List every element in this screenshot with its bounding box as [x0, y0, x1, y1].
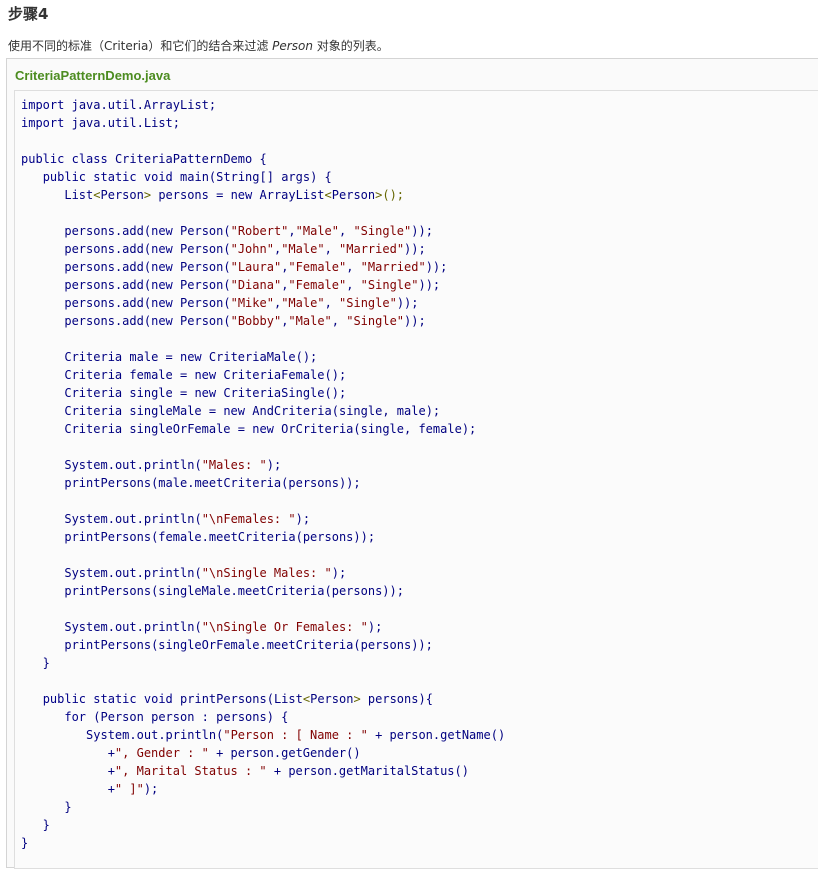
code-line: for (Person person : persons) {	[64, 710, 289, 724]
code-line: printPersons(singleMale.meetCriteria(per…	[64, 584, 404, 598]
code-line: persons.add(new Person("Mike","Male", "S…	[64, 296, 419, 310]
code-line: }	[21, 818, 50, 832]
code-listing[interactable]: import java.util.ArrayList; import java.u…	[15, 91, 818, 852]
code-area[interactable]: import java.util.ArrayList; import java.u…	[14, 90, 818, 869]
code-line: printPersons(female.meetCriteria(persons…	[64, 530, 376, 544]
code-line: Criteria singleMale = new AndCriteria(si…	[64, 404, 441, 418]
code-line: public class CriteriaPatternDemo {	[21, 152, 267, 166]
code-line: +" ]");	[21, 782, 159, 796]
code-line: +", Gender : " + person.getGender()	[21, 746, 361, 760]
code-line: printPersons(male.meetCriteria(persons))…	[64, 476, 361, 490]
code-line: persons.add(new Person("Diana","Female",…	[64, 278, 441, 292]
code-line: persons.add(new Person("Laura","Female",…	[64, 260, 448, 274]
description-emphasis: Person	[272, 39, 313, 53]
code-line: System.out.println("\nFemales: ");	[64, 512, 311, 526]
code-line: persons.add(new Person("John","Male", "M…	[64, 242, 426, 256]
code-line: public static void printPersons(List<Per…	[42, 692, 433, 706]
step-title: 步骤4	[8, 5, 49, 23]
code-line: System.out.println("\nSingle Males: ");	[64, 566, 347, 580]
code-line: import java.util.ArrayList;	[21, 98, 217, 112]
code-line: persons.add(new Person("Robert","Male", …	[64, 224, 433, 238]
code-line: Criteria female = new CriteriaFemale();	[64, 368, 347, 382]
description-text-end: 对象的列表。	[312, 39, 389, 53]
code-line: List<Person> persons = new ArrayList<Per…	[64, 188, 405, 202]
code-line: persons.add(new Person("Bobby","Male", "…	[64, 314, 426, 328]
code-example-box: CriteriaPatternDemo.java import java.uti…	[6, 58, 818, 869]
code-line: +", Marital Status : " + person.getMarit…	[21, 764, 469, 778]
code-line: System.out.println("\nSingle Or Females:…	[64, 620, 383, 634]
code-line: Criteria male = new CriteriaMale();	[64, 350, 318, 364]
description: 使用不同的标准（Criteria）和它们的结合来过滤 Person 对象的列表。	[8, 37, 389, 54]
code-line: public static void main(String[] args) {	[42, 170, 332, 184]
code-line: Criteria singleOrFemale = new OrCriteria…	[64, 422, 477, 436]
description-text: 使用不同的标准（Criteria）和它们的结合来过滤	[8, 39, 273, 53]
code-line: }	[21, 800, 72, 814]
code-line: Criteria single = new CriteriaSingle();	[64, 386, 347, 400]
code-line: import java.util.List;	[21, 116, 181, 130]
code-line: System.out.println("Males: ");	[64, 458, 282, 472]
code-line: System.out.println("Person : [ Name : " …	[86, 728, 506, 742]
code-filename: CriteriaPatternDemo.java	[15, 68, 171, 83]
code-line: }	[21, 656, 50, 670]
code-line: printPersons(singleOrFemale.meetCriteria…	[64, 638, 433, 652]
code-line: }	[21, 836, 29, 850]
